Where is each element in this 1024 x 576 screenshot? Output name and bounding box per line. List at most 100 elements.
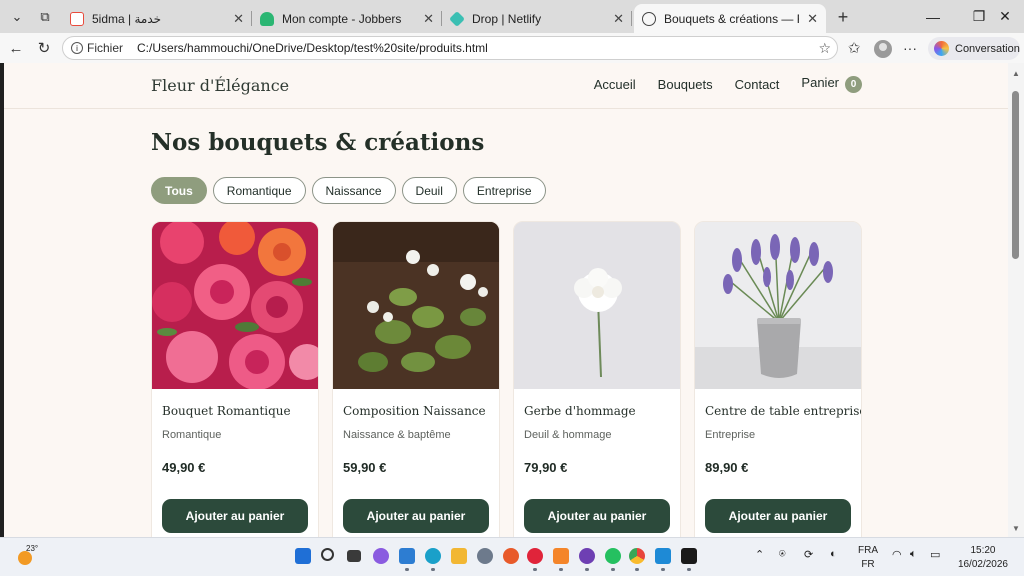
close-tab-icon[interactable]: ✕ [233, 11, 244, 27]
product-image-clover[interactable] [333, 222, 499, 389]
filter-romantique[interactable]: Romantique [212, 177, 306, 204]
product-name[interactable]: Gerbe d'hommage [524, 404, 636, 418]
scroll-down-icon[interactable]: ▼ [1012, 524, 1020, 533]
close-tab-icon[interactable]: ✕ [613, 11, 624, 27]
product-card: Bouquet Romantique Romantique 49,90 € Aj… [151, 221, 319, 537]
roses-illustration [152, 222, 318, 389]
nav-link-accueil[interactable]: Accueil [594, 77, 636, 92]
refresh-icon[interactable]: ↻ [32, 36, 56, 60]
defender-icon[interactable]: ◐ [830, 548, 837, 560]
profile-avatar[interactable] [874, 40, 892, 58]
filter-entreprise[interactable]: Entreprise [462, 177, 546, 204]
edge-icon[interactable] [425, 548, 441, 571]
vscode-icon[interactable] [655, 548, 671, 571]
system-clock[interactable]: 15:20 16/02/2026 [958, 544, 1008, 572]
page-title: Nos bouquets & créations [151, 129, 485, 156]
site-brand[interactable]: Fleur d'Élégance [151, 76, 289, 95]
music-app-icon[interactable] [579, 548, 595, 571]
opera-icon[interactable] [527, 548, 543, 571]
product-grid: Bouquet Romantique Romantique 49,90 € Aj… [151, 221, 862, 537]
windows-start-icon[interactable] [295, 548, 311, 564]
main-nav: Accueil Bouquets Contact Panier 0 [594, 75, 862, 93]
close-tab-icon[interactable]: ✕ [423, 11, 434, 27]
tab-fleur-delegance[interactable]: Bouquets & créations — Fleur d'Élégance … [634, 4, 826, 33]
product-category: Naissance & baptême [343, 429, 451, 441]
back-arrow-icon[interactable]: ← [4, 36, 28, 60]
product-price: 49,90 € [162, 460, 206, 475]
product-card: Centre de table entreprise Entreprise 89… [694, 221, 862, 537]
product-image-white-flower[interactable] [514, 222, 680, 389]
scroll-up-icon[interactable]: ▲ [1012, 69, 1020, 78]
nav-link-bouquets[interactable]: Bouquets [658, 77, 713, 92]
copilot-label: Conversation [955, 42, 1020, 55]
tab-favicon-icon [449, 10, 465, 27]
clover-illustration [333, 222, 499, 389]
copilot-app-icon[interactable] [373, 548, 389, 564]
tab-title: Drop | Netlify [472, 11, 542, 26]
product-name[interactable]: Centre de table entreprise [705, 404, 861, 418]
notion-icon[interactable] [681, 548, 697, 571]
wifi-icon[interactable]: ◠ [892, 548, 902, 561]
usb-icon[interactable]: ⍟ [779, 548, 786, 561]
whatsapp-icon[interactable] [605, 548, 621, 571]
add-to-cart-button[interactable]: Ajouter au panier [705, 499, 851, 533]
page-scrollbar[interactable]: ▲ ▼ [1008, 63, 1024, 537]
sublime-icon[interactable] [553, 548, 569, 571]
minimize-icon[interactable]: — [910, 0, 956, 33]
search-icon[interactable] [321, 548, 334, 561]
favorite-star-icon[interactable]: ☆ [818, 40, 831, 57]
close-tab-icon[interactable]: ✕ [807, 11, 818, 27]
tab-5idma[interactable]: 5idma | خدمة ✕ [62, 4, 252, 33]
store-icon[interactable] [399, 548, 415, 571]
sync-icon[interactable]: ⟳ [804, 548, 813, 561]
nav-link-contact[interactable]: Contact [735, 77, 780, 92]
product-category: Romantique [162, 429, 222, 441]
chrome-icon[interactable] [629, 548, 645, 571]
globe-icon [642, 11, 656, 26]
favorites-icon[interactable]: ✩ [842, 36, 866, 60]
add-to-cart-button[interactable]: Ajouter au panier [343, 499, 489, 533]
battery-icon[interactable]: ▭ [930, 548, 940, 561]
copilot-button[interactable]: Conversation [928, 37, 1020, 60]
volume-icon[interactable]: 🔈︎ [910, 548, 917, 561]
filter-tous[interactable]: Tous [151, 177, 207, 204]
tab-favicon-icon [260, 11, 274, 26]
more-options-icon[interactable]: ··· [898, 36, 922, 60]
chevron-up-icon[interactable]: ⌃ [755, 548, 764, 561]
file-explorer-icon[interactable] [451, 548, 467, 564]
filter-naissance[interactable]: Naissance [311, 177, 396, 204]
tab-jobbers[interactable]: Mon compte - Jobbers ✕ [252, 4, 442, 33]
new-tab-plus-icon[interactable]: + [830, 5, 856, 29]
language-indicator[interactable]: FRA FR [858, 544, 878, 572]
nav-link-panier[interactable]: Panier 0 [801, 75, 862, 93]
weather-temperature: 23° [26, 544, 39, 553]
tab-netlify[interactable]: Drop | Netlify ✕ [442, 4, 632, 33]
cart-count-badge: 0 [845, 76, 862, 93]
product-category: Deuil & hommage [524, 429, 612, 441]
product-card: Composition Naissance Naissance & baptêm… [332, 221, 500, 537]
filter-deuil[interactable]: Deuil [401, 177, 457, 204]
browser-toolbar: ← ↻ i Fichier C:/Users/hammouchi/OneDriv… [0, 33, 1024, 63]
product-category: Entreprise [705, 429, 756, 441]
scrollbar-thumb[interactable] [1012, 91, 1019, 259]
info-icon[interactable]: i [71, 42, 83, 54]
language-top: FRA [858, 545, 878, 556]
brave-icon[interactable] [503, 548, 519, 564]
settings-gear-icon[interactable] [477, 548, 493, 564]
product-name[interactable]: Composition Naissance [343, 404, 486, 418]
product-name[interactable]: Bouquet Romantique [162, 404, 291, 418]
close-window-icon[interactable]: ✕ [982, 0, 1024, 33]
product-card: Gerbe d'hommage Deuil & hommage 79,90 € … [513, 221, 681, 537]
address-bar[interactable]: i Fichier C:/Users/hammouchi/OneDrive/De… [62, 36, 838, 60]
product-image-roses[interactable] [152, 222, 318, 389]
tab-strip: ⌄ ⧉ 5idma | خدمة ✕ Mon compte - Jobbers … [0, 0, 1024, 33]
product-price: 89,90 € [705, 460, 749, 475]
weather-widget[interactable]: 23° [16, 544, 39, 566]
add-to-cart-button[interactable]: Ajouter au panier [162, 499, 308, 533]
language-bottom: FR [861, 559, 875, 570]
tab-list-chevron-icon[interactable]: ⌄ [4, 5, 30, 29]
task-view-icon[interactable] [347, 550, 361, 562]
workspaces-icon[interactable]: ⧉ [32, 5, 58, 29]
add-to-cart-button[interactable]: Ajouter au panier [524, 499, 670, 533]
product-image-lavender[interactable] [695, 222, 861, 389]
